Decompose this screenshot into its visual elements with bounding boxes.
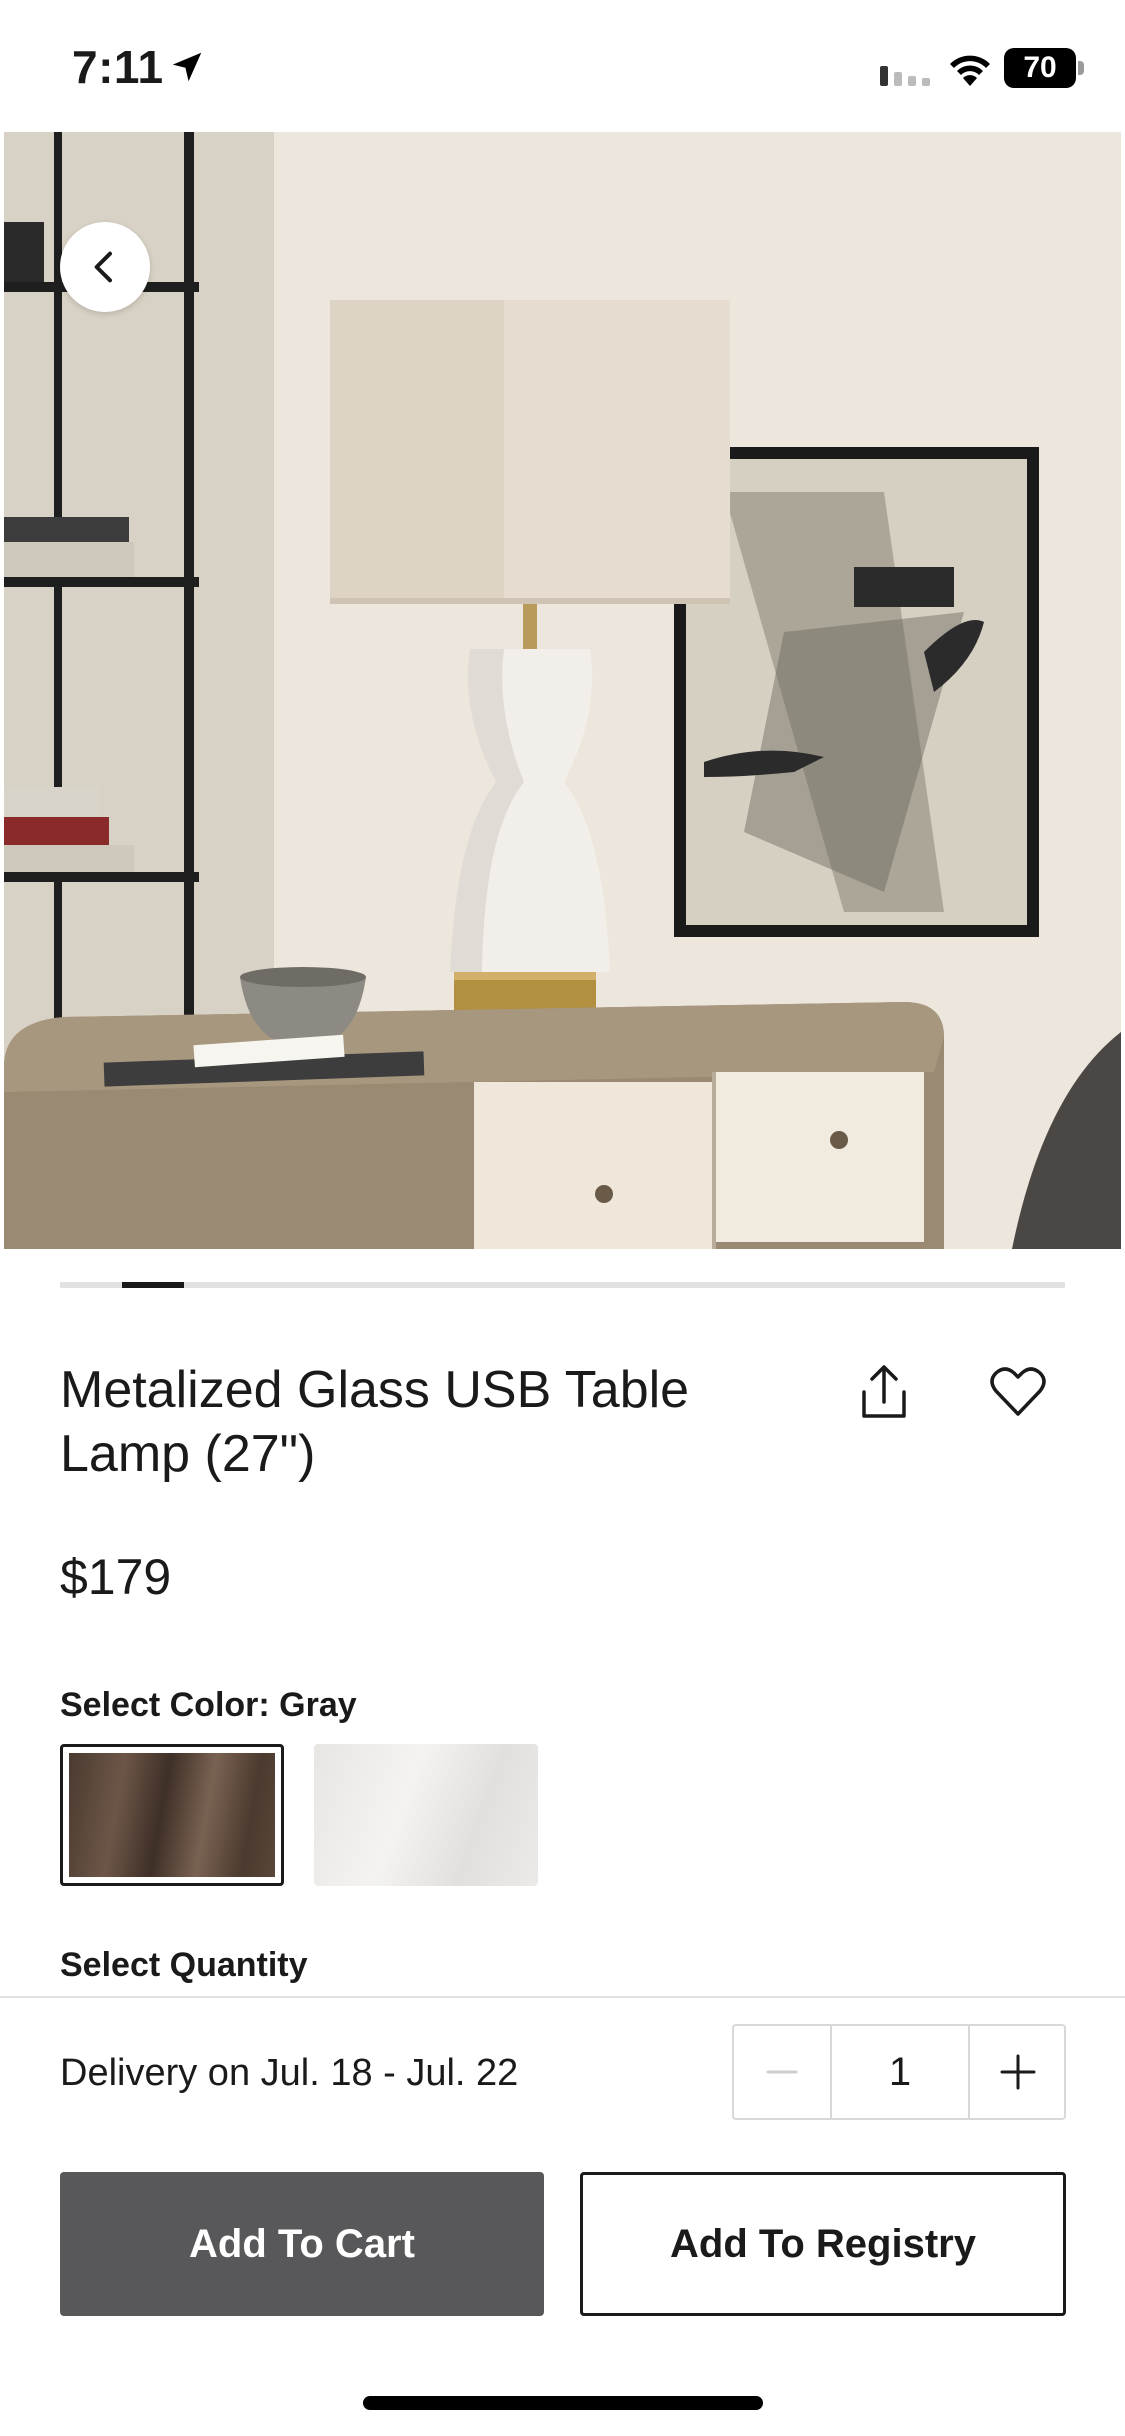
quantity-stepper: 1: [732, 2024, 1066, 2120]
color-label: Select Color: Gray: [60, 1686, 357, 1724]
color-swatch-gray[interactable]: [60, 1744, 284, 1886]
decrement-button[interactable]: [734, 2026, 830, 2118]
status-bar: 7:11 70: [0, 0, 1125, 132]
product-price: $179: [60, 1549, 172, 1605]
quantity-value[interactable]: 1: [830, 2026, 970, 2118]
add-to-registry-button[interactable]: Add To Registry: [580, 2172, 1066, 2316]
battery-cap: [1078, 61, 1084, 75]
add-to-cart-button[interactable]: Add To Cart: [60, 2172, 544, 2316]
delivery-estimate: Delivery on Jul. 18 - Jul. 22: [60, 2052, 519, 2094]
carousel-active-indicator: [122, 1282, 184, 1288]
share-button[interactable]: [852, 1360, 916, 1424]
chevron-left-icon: [94, 251, 112, 283]
home-indicator[interactable]: [363, 2396, 763, 2410]
carousel-indicator[interactable]: [60, 1282, 1065, 1288]
product-image[interactable]: [4, 132, 1121, 1249]
status-time: 7:11: [72, 41, 164, 93]
cellular-signal-icon: [880, 66, 930, 86]
plus-icon: [1000, 2054, 1036, 2090]
increment-button[interactable]: [970, 2026, 1066, 2118]
swatch-gray-fill: [69, 1753, 275, 1877]
location-arrow-icon: [172, 52, 202, 82]
quantity-label: Select Quantity: [60, 1946, 308, 1984]
battery-icon: 70: [1004, 48, 1084, 88]
minus-icon: [766, 2070, 798, 2074]
back-button[interactable]: [60, 222, 150, 312]
color-swatch-white[interactable]: [314, 1744, 538, 1886]
product-title: Metalized Glass USB Table Lamp (27"): [60, 1361, 690, 1483]
heart-icon: [990, 1367, 1046, 1416]
share-icon: [862, 1365, 906, 1418]
wifi-icon: [950, 55, 990, 86]
product-photo: [4, 132, 1121, 1249]
wishlist-button[interactable]: [986, 1360, 1050, 1424]
battery-level: 70: [1004, 48, 1076, 88]
